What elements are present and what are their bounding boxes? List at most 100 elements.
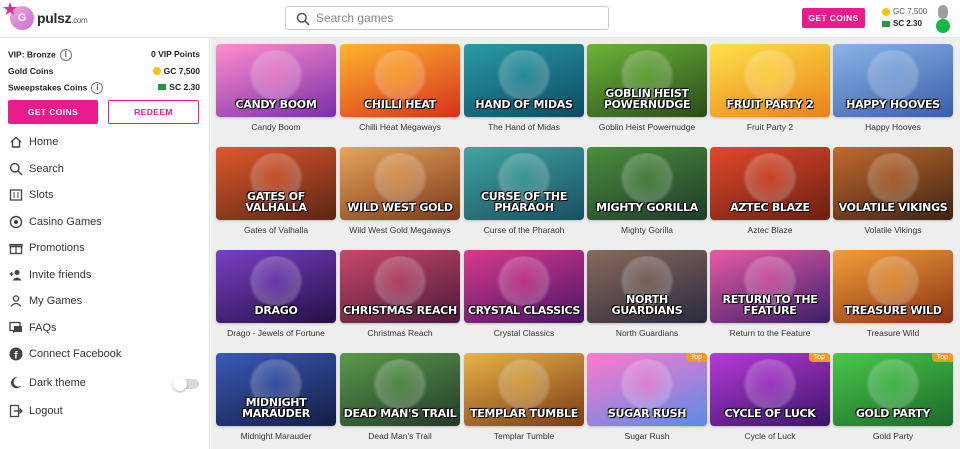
game-thumbnail[interactable]: GATES OF VALHALLA <box>216 147 336 220</box>
game-logo-text: HAPPY HOOVES <box>846 98 940 111</box>
game-card[interactable]: HAPPY HOOVES Happy Hooves <box>833 44 953 132</box>
game-thumbnail[interactable]: SUGAR RUSH Top <box>587 353 707 426</box>
nav-item-logout[interactable]: Logout <box>0 398 209 424</box>
nav-item-dark-theme[interactable]: Dark theme <box>0 370 209 396</box>
game-card[interactable]: NORTH GUARDIANS North Guardians <box>587 250 707 338</box>
game-card[interactable]: TEMPLAR TUMBLE Templar Tumble <box>464 353 584 441</box>
game-thumbnail[interactable]: RETURN TO THE FEATURE <box>710 250 830 323</box>
game-thumbnail[interactable]: TEMPLAR TUMBLE <box>464 353 584 426</box>
game-name[interactable]: Gold Party <box>833 431 953 441</box>
game-card[interactable]: DRAGO Drago - Jewels of Fortune <box>216 250 336 338</box>
game-thumbnail[interactable]: NORTH GUARDIANS <box>587 250 707 323</box>
game-name[interactable]: Midnight Marauder <box>216 431 336 441</box>
game-name[interactable]: Goblin Heist Powernudge <box>587 122 707 132</box>
game-card[interactable]: CURSE OF THE PHARAOH Curse of the Pharaoh <box>464 147 584 235</box>
game-thumbnail[interactable]: FRUIT PARTY 2 <box>710 44 830 117</box>
game-card[interactable]: SUGAR RUSH Top Sugar Rush <box>587 353 707 441</box>
game-card[interactable]: VOLATILE VIKINGS Volatile Vikings <box>833 147 953 235</box>
pulsz-logo[interactable]: G ★ pulsz.com <box>2 0 112 35</box>
avatar[interactable] <box>935 5 951 33</box>
game-thumbnail[interactable]: CRYSTAL CLASSICS <box>464 250 584 323</box>
game-card[interactable]: GATES OF VALHALLA Gates of Valhalla <box>216 147 336 235</box>
info-icon[interactable]: i <box>91 82 104 94</box>
game-name[interactable]: Aztec Blaze <box>710 225 830 235</box>
nav-item-faqs[interactable]: FAQs <box>0 315 209 341</box>
game-name[interactable]: Crystal Classics <box>464 328 584 338</box>
game-card[interactable]: WILD WEST GOLD Wild West Gold Megaways <box>340 147 460 235</box>
nav-label: Search <box>29 163 64 175</box>
game-card[interactable]: FRUIT PARTY 2 Fruit Party 2 <box>710 44 830 132</box>
info-icon[interactable]: i <box>59 49 72 61</box>
game-thumbnail[interactable]: TREASURE WILD <box>833 250 953 323</box>
game-name[interactable]: Chilli Heat Megaways <box>340 122 460 132</box>
game-card[interactable]: GOBLIN HEIST POWERNUDGE Goblin Heist Powe… <box>587 44 707 132</box>
game-name[interactable]: North Guardians <box>587 328 707 338</box>
game-card[interactable]: CHRISTMAS REACH Christmas Reach <box>340 250 460 338</box>
game-thumbnail[interactable]: CHRISTMAS REACH <box>340 250 460 323</box>
game-thumbnail[interactable]: GOBLIN HEIST POWERNUDGE <box>587 44 707 117</box>
game-name[interactable]: Christmas Reach <box>340 328 460 338</box>
game-card[interactable]: CANDY BOOM Candy Boom <box>216 44 336 132</box>
game-name[interactable]: Mighty Gorilla <box>587 225 707 235</box>
game-thumbnail[interactable]: CYCLE OF LUCK Top <box>710 353 830 426</box>
game-name[interactable]: Fruit Party 2 <box>710 122 830 132</box>
game-thumbnail[interactable]: CURSE OF THE PHARAOH <box>464 147 584 220</box>
search-input[interactable] <box>316 9 596 27</box>
game-card[interactable]: MIGHTY GORILLA Mighty Gorilla <box>587 147 707 235</box>
game-card[interactable]: CRYSTAL CLASSICS Crystal Classics <box>464 250 584 338</box>
gold-coin-icon <box>882 8 890 16</box>
game-card[interactable]: CYCLE OF LUCK Top Cycle of Luck <box>710 353 830 441</box>
game-name[interactable]: Wild West Gold Megaways <box>340 225 460 235</box>
game-thumbnail[interactable]: CHILLI HEAT <box>340 44 460 117</box>
game-card[interactable]: TREASURE WILD Treasure Wild <box>833 250 953 338</box>
game-name[interactable]: Treasure Wild <box>833 328 953 338</box>
thumbnail-art <box>370 359 430 409</box>
game-name[interactable]: Return to the Feature <box>710 328 830 338</box>
game-card[interactable]: RETURN TO THE FEATURE Return to the Featu… <box>710 250 830 338</box>
game-thumbnail[interactable]: WILD WEST GOLD <box>340 147 460 220</box>
game-card[interactable]: DEAD MAN'S TRAIL Dead Man's Trail <box>340 353 460 441</box>
game-thumbnail[interactable]: MIGHTY GORILLA <box>587 147 707 220</box>
online-status-dot <box>936 19 950 33</box>
game-card[interactable]: MIDNIGHT MARAUDER Midnight Marauder <box>216 353 336 441</box>
game-thumbnail[interactable]: HAPPY HOOVES <box>833 44 953 117</box>
game-thumbnail[interactable]: DEAD MAN'S TRAIL <box>340 353 460 426</box>
game-thumbnail[interactable]: HAND OF MIDAS <box>464 44 584 117</box>
game-thumbnail[interactable]: VOLATILE VIKINGS <box>833 147 953 220</box>
game-thumbnail[interactable]: MIDNIGHT MARAUDER <box>216 353 336 426</box>
game-name[interactable]: Candy Boom <box>216 122 336 132</box>
game-name[interactable]: Volatile Vikings <box>833 225 953 235</box>
game-name[interactable]: Templar Tumble <box>464 431 584 441</box>
nav-item-casino-games[interactable]: Casino Games <box>0 209 209 235</box>
game-name[interactable]: Drago - Jewels of Fortune <box>216 328 336 338</box>
game-card[interactable]: HAND OF MIDAS The Hand of Midas <box>464 44 584 132</box>
nav-item-promotions[interactable]: Promotions <box>0 235 209 261</box>
game-name[interactable]: Curse of the Pharaoh <box>464 225 584 235</box>
game-card[interactable]: GOLD PARTY Top Gold Party <box>833 353 953 441</box>
nav-item-slots[interactable]: Slots <box>0 182 209 208</box>
nav-item-invite-friends[interactable]: Invite friends <box>0 262 209 288</box>
game-card[interactable]: AZTEC BLAZE Aztec Blaze <box>710 147 830 235</box>
game-thumbnail[interactable]: GOLD PARTY Top <box>833 353 953 426</box>
search-bar[interactable] <box>285 6 609 30</box>
game-name[interactable]: The Hand of Midas <box>464 122 584 132</box>
game-card[interactable]: CHILLI HEAT Chilli Heat Megaways <box>340 44 460 132</box>
game-thumbnail[interactable]: DRAGO <box>216 250 336 323</box>
game-thumbnail[interactable]: AZTEC BLAZE <box>710 147 830 220</box>
nav-item-connect-facebook[interactable]: f Connect Facebook <box>0 341 209 367</box>
redeem-button[interactable]: REDEEM <box>108 100 199 124</box>
get-coins-button[interactable]: GET COINS <box>8 100 98 124</box>
game-name[interactable]: Sugar Rush <box>587 431 707 441</box>
balance-display[interactable]: GC 7,500 SC 2.30 <box>882 6 932 30</box>
game-name[interactable]: Dead Man's Trail <box>340 431 460 441</box>
game-thumbnail[interactable]: CANDY BOOM <box>216 44 336 117</box>
dark-theme-toggle[interactable] <box>173 377 199 391</box>
nav-item-search[interactable]: Search <box>0 156 209 182</box>
nav-item-home[interactable]: Home <box>0 129 209 155</box>
nav-item-my-games[interactable]: My Games <box>0 288 209 314</box>
header-get-coins-button[interactable]: GET COINS <box>802 8 865 28</box>
game-name[interactable]: Happy Hooves <box>833 122 953 132</box>
game-name[interactable]: Gates of Valhalla <box>216 225 336 235</box>
game-logo-text: CANDY BOOM <box>235 98 317 111</box>
game-name[interactable]: Cycle of Luck <box>710 431 830 441</box>
